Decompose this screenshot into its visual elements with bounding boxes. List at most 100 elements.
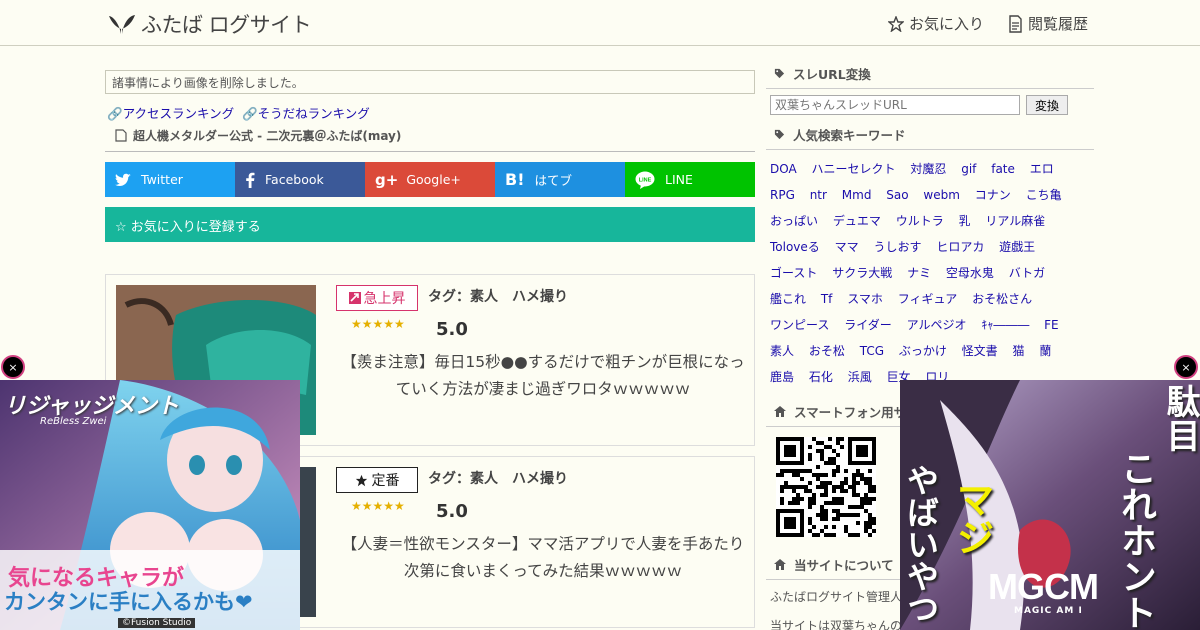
keyword-link[interactable]: ゴースト: [770, 266, 817, 280]
svg-text:LINE: LINE: [639, 177, 652, 183]
star-outline-icon: [888, 15, 904, 32]
keyword-link[interactable]: 怪文書: [962, 344, 998, 358]
history-label: 閲覧履歴: [1028, 15, 1089, 33]
site-name: ふたば ログサイト: [141, 13, 312, 37]
keyword-link[interactable]: ウルトラ: [896, 214, 944, 228]
thread-url-input[interactable]: [770, 95, 1020, 115]
convert-button[interactable]: 変換: [1026, 95, 1068, 115]
keyword-link[interactable]: 蘭: [1039, 344, 1051, 358]
keyword-link[interactable]: Sao: [886, 188, 908, 202]
keyword-link[interactable]: ママ: [835, 240, 859, 254]
share-facebook-button[interactable]: Facebook: [235, 162, 365, 197]
trending-icon: [348, 292, 361, 304]
trending-badge: 急上昇: [336, 285, 418, 311]
history-link[interactable]: 閲覧履歴: [1007, 13, 1088, 34]
ranking-links: 🔗アクセスランキング 🔗そうだねランキング: [105, 103, 755, 122]
share-googleplus-button[interactable]: g+ Google+: [365, 162, 495, 197]
keyword-link[interactable]: フィギュア: [898, 292, 958, 306]
access-ranking-link[interactable]: 🔗アクセスランキング: [107, 103, 234, 122]
line-icon: LINE: [635, 171, 655, 189]
right-overlay-ad[interactable]: 駄目 これホント マジ やばいやつ MGCM MAGIC AM I: [900, 380, 1200, 630]
close-left-ad-button[interactable]: ×: [1, 355, 25, 379]
keyword-link[interactable]: ライダー: [844, 318, 892, 332]
ad-right-text: これホント: [1115, 450, 1156, 630]
keyword-link[interactable]: 素人: [770, 344, 794, 358]
keyword-link[interactable]: デュエマ: [833, 214, 881, 228]
keyword-link[interactable]: 艦これ: [770, 292, 806, 306]
article-tags[interactable]: タグ：素人 ハメ撮り: [428, 286, 568, 306]
keyword-link[interactable]: コナン: [975, 188, 1011, 202]
home-icon: [774, 559, 786, 570]
site-logo[interactable]: ふたば ログサイト: [108, 9, 312, 39]
keyword-link[interactable]: RPG: [770, 188, 795, 202]
keyword-link[interactable]: gif: [961, 162, 976, 176]
source-board: 超人機メタルダー公式 - 二次元裏＠ふたば(may): [105, 127, 755, 144]
left-overlay-ad[interactable]: リジャッジメント ReBless Zwei 気になるキャラが カンタンに手に入る…: [0, 380, 300, 630]
keyword-link[interactable]: 石化: [809, 370, 833, 384]
keyword-link[interactable]: webm: [923, 188, 960, 202]
keyword-link[interactable]: エロ: [1030, 162, 1054, 176]
keyword-link[interactable]: ワンピース: [770, 318, 829, 332]
keyword-link[interactable]: 鹿島: [770, 370, 794, 384]
soudane-ranking-link[interactable]: 🔗そうだねランキング: [242, 103, 370, 122]
keyword-link[interactable]: ぶっかけ: [899, 344, 947, 358]
keyword-link[interactable]: TCG: [860, 344, 884, 358]
keyword-link[interactable]: サクラ大戦: [832, 266, 892, 280]
keyword-link[interactable]: fate: [991, 162, 1015, 176]
source-board-label: 超人機メタルダー公式 - 二次元裏＠ふたば(may): [133, 129, 402, 143]
history-document-icon: [1009, 14, 1022, 33]
keyword-link[interactable]: Toloveる: [770, 240, 820, 254]
keyword-link[interactable]: ntr: [810, 188, 827, 202]
googleplus-icon: g+: [375, 170, 399, 189]
site-header: ふたば ログサイト お気に入り 閲覧履歴: [0, 0, 1200, 46]
tag-icon: [774, 129, 785, 140]
keyword-link[interactable]: ナミ: [907, 266, 931, 280]
keyword-link[interactable]: おそ松: [809, 344, 845, 358]
keyword-link[interactable]: リアル麻雀: [985, 214, 1045, 228]
keyword-link[interactable]: 対魔忍: [910, 162, 946, 176]
close-right-ad-button[interactable]: ×: [1174, 355, 1198, 379]
favorites-label: お気に入り: [909, 15, 985, 33]
rating-score: 5.0: [436, 319, 468, 340]
keyword-link[interactable]: バトガ: [1009, 266, 1045, 280]
keyword-link[interactable]: FE: [1044, 318, 1058, 332]
rating-stars: ★★★★★: [351, 317, 405, 331]
ad-credit: ©Fusion Studio: [118, 618, 196, 628]
keyword-link[interactable]: ｷｬ―――: [981, 318, 1029, 332]
share-line-button[interactable]: LINE LINE: [625, 162, 755, 197]
article-title[interactable]: 【人妻＝性欲モンスター】ママ活アプリで人妻を手あたり次第に食いまくってみた結果ｗ…: [338, 531, 748, 585]
keyword-link[interactable]: DOA: [770, 162, 797, 176]
ad-right-text: マジ: [950, 480, 994, 556]
ad-right-logo-sub: MAGIC AM I: [1014, 606, 1083, 616]
divider: [105, 151, 755, 152]
keyword-link[interactable]: 空母水鬼: [946, 266, 994, 280]
keyword-link[interactable]: スマホ: [847, 292, 883, 306]
keyword-link[interactable]: Tf: [821, 292, 833, 306]
keyword-link[interactable]: おっぱい: [770, 214, 818, 228]
facebook-icon: [246, 172, 255, 188]
keyword-link[interactable]: ハニーセレクト: [812, 162, 896, 176]
keyword-link[interactable]: Mmd: [842, 188, 872, 202]
share-twitter-button[interactable]: Twitter: [105, 162, 235, 197]
keyword-link[interactable]: こち亀: [1026, 188, 1062, 202]
ad-tagline-2: カンタンに手に入るかも❤: [4, 590, 253, 614]
keyword-link[interactable]: アルペジオ: [907, 318, 967, 332]
keyword-link[interactable]: うしおす: [873, 240, 921, 254]
document-icon: [115, 129, 127, 142]
favorites-link[interactable]: お気に入り: [888, 13, 984, 34]
keywords-heading: 人気検索キーワード: [766, 121, 1094, 150]
add-favorite-button[interactable]: ☆ お気に入りに登録する: [105, 207, 755, 242]
keyword-link[interactable]: 浜風: [848, 370, 872, 384]
keyword-link[interactable]: おそ松さん: [972, 292, 1032, 306]
share-hatebu-button[interactable]: B! はてブ: [495, 162, 625, 197]
article-title[interactable]: 【羨ま注意】毎日15秒●●するだけで粗チンが巨根になっていく方法が凄まじ過ぎワロ…: [338, 349, 748, 403]
classic-badge: 定番: [336, 467, 418, 493]
keyword-link[interactable]: ヒロアカ: [936, 240, 984, 254]
keyword-cloud: DOA ハニーセレクト 対魔忍 gif fate エロ RPG ntr Mmd …: [766, 150, 1094, 390]
keyword-link[interactable]: 遊戯王: [999, 240, 1035, 254]
keyword-link[interactable]: 乳: [959, 214, 971, 228]
article-tags[interactable]: タグ：素人 ハメ撮り: [428, 468, 568, 488]
hatena-icon: B!: [505, 170, 525, 189]
ad-right-logo: MGCM: [988, 566, 1099, 607]
keyword-link[interactable]: 猫: [1013, 344, 1025, 358]
